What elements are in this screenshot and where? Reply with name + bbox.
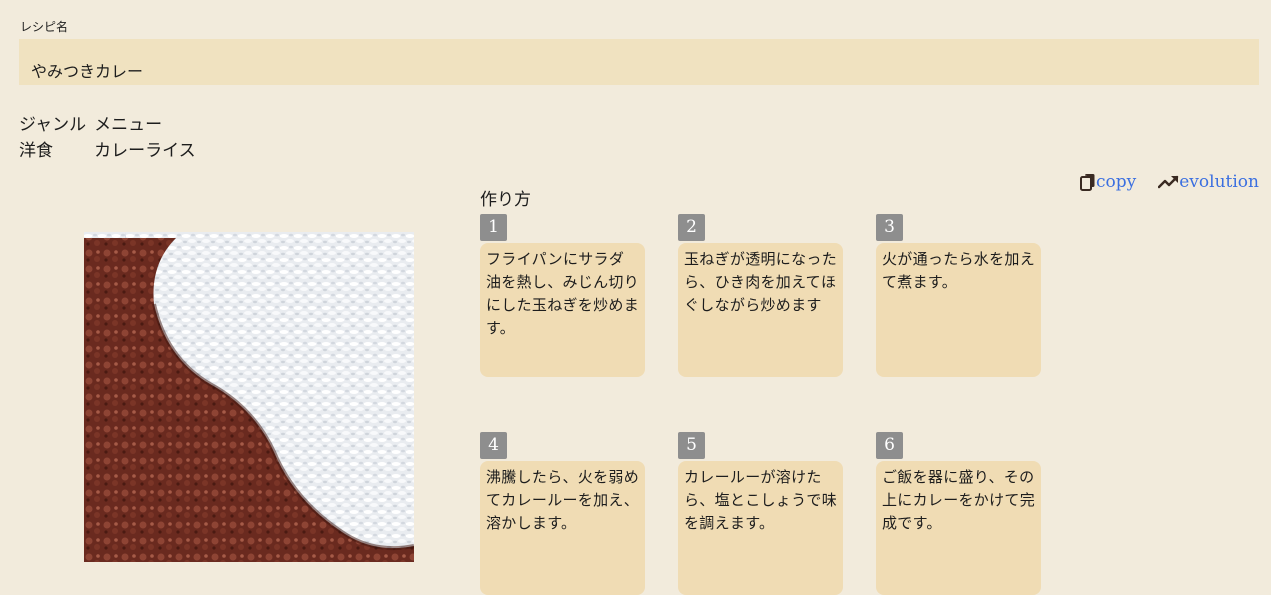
genre-value: 洋食 xyxy=(19,141,53,161)
evolution-label: evolution xyxy=(1179,172,1259,192)
recipe-name-label: レシピ名 xyxy=(20,20,69,34)
classification-table: ジャンル メニュー 洋食 カレーライス xyxy=(19,112,204,164)
copy-label: copy xyxy=(1096,172,1137,192)
step-number-badge: 5 xyxy=(678,432,705,459)
copy-icon xyxy=(1080,173,1096,191)
step-card-4: 4 沸騰したら、火を弱めてカレールーを加え、溶かします。 xyxy=(480,432,645,595)
menu-header: メニュー xyxy=(94,115,163,135)
step-number-badge: 2 xyxy=(678,214,705,241)
copy-button[interactable]: copy xyxy=(1080,171,1136,193)
classification-header-row: ジャンル メニュー xyxy=(19,112,204,138)
step-card-1: 1 フライパンにサラダ油を熱し、みじん切りにした玉ねぎを炒めます。 xyxy=(480,214,645,377)
recipe-actions: copy evolution xyxy=(1080,171,1259,193)
step-card-6: 6 ご飯を器に盛り、その上にカレーをかけて完成です。 xyxy=(876,432,1041,595)
evolution-button[interactable]: evolution xyxy=(1158,171,1259,193)
step-number-badge: 1 xyxy=(480,214,507,241)
recipe-name-value: やみつきカレー xyxy=(31,62,144,81)
step-text[interactable]: 沸騰したら、火を弱めてカレールーを加え、溶かします。 xyxy=(480,461,645,595)
trending-up-icon xyxy=(1158,175,1179,189)
step-card-3: 3 火が通ったら水を加えて煮ます。 xyxy=(876,214,1041,377)
menu-value: カレーライス xyxy=(94,141,196,161)
steps-title: 作り方 xyxy=(480,190,531,210)
step-number-badge: 3 xyxy=(876,214,903,241)
step-number-badge: 6 xyxy=(876,432,903,459)
step-text[interactable]: ご飯を器に盛り、その上にカレーをかけて完成です。 xyxy=(876,461,1041,595)
classification-value-row: 洋食 カレーライス xyxy=(19,138,204,164)
genre-header: ジャンル xyxy=(19,115,87,135)
step-card-5: 5 カレールーが溶けたら、塩とこしょうで味を調えます。 xyxy=(678,432,843,595)
step-text[interactable]: 火が通ったら水を加えて煮ます。 xyxy=(876,243,1041,377)
step-text[interactable]: カレールーが溶けたら、塩とこしょうで味を調えます。 xyxy=(678,461,843,595)
recipe-name-field[interactable]: やみつきカレー xyxy=(19,39,1259,85)
recipe-photo xyxy=(84,232,414,562)
step-number-badge: 4 xyxy=(480,432,507,459)
step-text[interactable]: フライパンにサラダ油を熱し、みじん切りにした玉ねぎを炒めます。 xyxy=(480,243,645,377)
step-text[interactable]: 玉ねぎが透明になったら、ひき肉を加えてほぐしながら炒めます xyxy=(678,243,843,377)
step-card-2: 2 玉ねぎが透明になったら、ひき肉を加えてほぐしながら炒めます xyxy=(678,214,843,377)
